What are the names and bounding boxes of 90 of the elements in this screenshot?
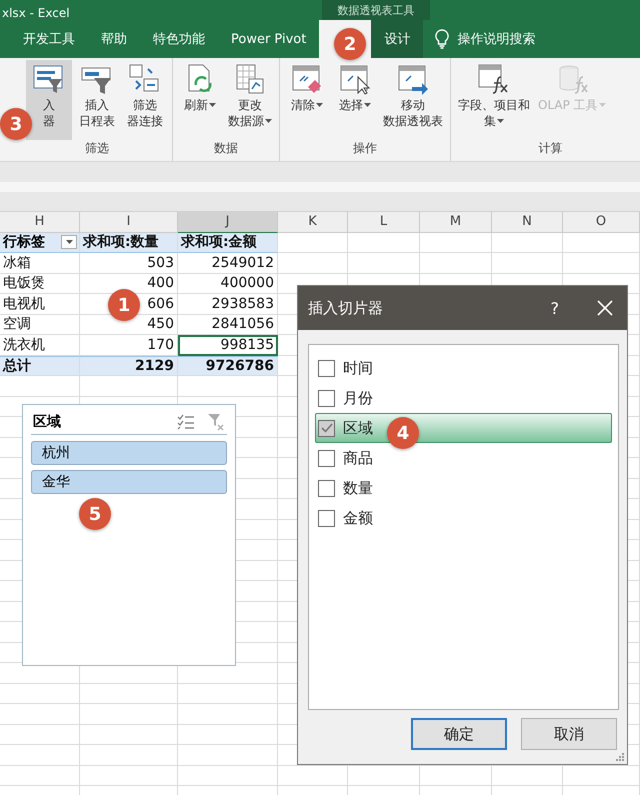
table-cell: 洗衣机 xyxy=(0,335,80,356)
group-label: 操作 xyxy=(352,140,378,157)
caret-icon xyxy=(598,103,606,107)
context-tab-label: 数据透视表工具 xyxy=(322,0,430,20)
table-cell: 电视机 xyxy=(0,294,80,314)
lightbulb-icon xyxy=(435,29,450,49)
field-row[interactable]: 数量 xyxy=(315,473,612,503)
caret-icon xyxy=(209,103,216,107)
ribbon-tab[interactable]: 开发工具 xyxy=(10,20,88,58)
total-cell: 2129 xyxy=(80,356,178,376)
table-cell: 450 xyxy=(80,314,178,335)
caret-icon xyxy=(364,103,371,107)
field-row[interactable]: 时间 xyxy=(315,353,612,383)
slicer-item[interactable]: 金华 xyxy=(31,470,227,494)
table-cell: 2549012 xyxy=(178,253,278,274)
column-header[interactable]: J xyxy=(178,212,278,232)
filter-dropdown-button[interactable] xyxy=(61,235,77,250)
ribbon-tab[interactable]: 设计 xyxy=(371,20,424,58)
ribbon-tab[interactable]: 特色功能 xyxy=(140,20,218,58)
empty-cell xyxy=(348,232,420,253)
table-cell: 2938583 xyxy=(178,294,278,314)
field-label: 数量 xyxy=(343,478,373,498)
row-labels-header: 行标签 xyxy=(3,233,45,252)
table-cell: 503 xyxy=(80,253,178,274)
help-button[interactable]: ? xyxy=(550,298,559,318)
ribbon-tab[interactable]: Power Pivot xyxy=(218,20,320,58)
caret-icon xyxy=(316,103,323,107)
checkbox[interactable] xyxy=(318,420,335,436)
field-label: 时间 xyxy=(343,358,373,378)
checkbox[interactable] xyxy=(318,390,335,406)
table-cell: 电饭煲 xyxy=(0,274,80,294)
dialog-button[interactable]: 确定 xyxy=(411,718,507,750)
column-header[interactable]: I xyxy=(80,212,178,232)
table-cell: 400000 xyxy=(178,274,278,294)
ribbon-button[interactable]: 选择 xyxy=(332,60,378,140)
column-header[interactable]: L xyxy=(348,212,420,232)
ribbon-button[interactable]: 清除 xyxy=(284,60,330,140)
check-icon xyxy=(320,423,332,433)
move-table-icon xyxy=(396,63,430,97)
ribbon-button[interactable]: 刷新 xyxy=(177,60,223,140)
ribbon-button[interactable]: 入 器 xyxy=(26,60,72,140)
field-row[interactable]: 金额 xyxy=(315,503,612,533)
multi-select-icon[interactable] xyxy=(177,414,195,430)
caret-icon xyxy=(265,119,272,123)
dialog-button[interactable]: 取消 xyxy=(521,718,617,750)
ribbon-button[interactable]: 字段、项目和 集 xyxy=(455,60,533,140)
group-label: 筛选 xyxy=(84,140,110,157)
resize-grip-icon[interactable] xyxy=(615,752,625,762)
table-cell: 空调 xyxy=(0,314,80,335)
ribbon-button[interactable]: 插入 日程表 xyxy=(74,60,120,140)
checkbox[interactable] xyxy=(318,360,335,376)
table-cell: 2841056 xyxy=(178,314,278,335)
checkbox[interactable] xyxy=(318,450,335,466)
close-icon[interactable] xyxy=(597,300,613,316)
ribbon-button[interactable]: 移动 数据透视表 xyxy=(380,60,446,140)
total-cell: 总计 xyxy=(0,356,80,376)
ribbon-tab[interactable]: 帮助 xyxy=(88,20,140,58)
field-label: 区域 xyxy=(343,418,373,438)
cursor-icon xyxy=(338,63,372,97)
checkbox[interactable] xyxy=(318,510,335,526)
column-header[interactable]: H xyxy=(0,212,80,232)
slicer-title: 区域 xyxy=(33,412,62,430)
dialog-title: 插入切片器 xyxy=(308,298,384,318)
slicer-item[interactable]: 杭州 xyxy=(31,441,227,465)
tell-me-search[interactable]: 操作说明搜索 xyxy=(457,30,536,48)
column-header[interactable]: O xyxy=(563,212,640,232)
checkbox[interactable] xyxy=(318,480,335,496)
caret-icon xyxy=(497,119,504,123)
caret-icon xyxy=(66,240,72,244)
total-cell: 9726786 xyxy=(178,356,278,376)
column-header-cell: 求和项:数量 xyxy=(80,232,178,253)
ribbon-button[interactable]: 筛选 器连接 xyxy=(122,60,168,140)
field-label: 金额 xyxy=(343,508,373,528)
group-label: 计算 xyxy=(538,140,564,157)
column-header-cell: 求和项:金额 xyxy=(178,232,278,253)
window-title: xlsx - Excel xyxy=(1,6,71,20)
field-label: 月份 xyxy=(343,388,373,408)
group-label: 数据 xyxy=(213,140,239,157)
empty-cell xyxy=(492,232,563,253)
empty-cell xyxy=(420,232,492,253)
field-label: 商品 xyxy=(343,448,373,468)
table-cell: 170 xyxy=(80,335,178,356)
table-cell: 冰箱 xyxy=(0,253,80,274)
column-header[interactable]: K xyxy=(278,212,348,232)
table-cell: 998135 xyxy=(178,335,278,356)
ribbon-button[interactable]: 更改 数据源 xyxy=(225,60,275,140)
column-header[interactable]: N xyxy=(492,212,563,232)
table-cell: 400 xyxy=(80,274,178,294)
column-header[interactable]: M xyxy=(420,212,492,232)
field-row[interactable]: 月份 xyxy=(315,383,612,413)
